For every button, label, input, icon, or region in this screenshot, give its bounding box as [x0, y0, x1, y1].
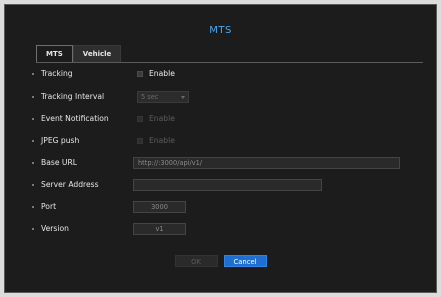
tracking-interval-value: 5 sec — [141, 93, 159, 101]
base-url-label: Base URL — [41, 158, 77, 167]
version-input[interactable]: v1 — [133, 223, 186, 235]
port-label: Port — [41, 202, 57, 211]
event-notification-enable-label[interactable]: Enable — [149, 112, 175, 126]
bullet-icon — [32, 206, 34, 208]
base-url-row: Base URL http://:3000/api/v1/ — [5, 156, 436, 170]
bullet-icon — [32, 96, 34, 98]
bullet-icon — [32, 228, 34, 230]
tracking-row: Tracking Enable — [5, 67, 436, 81]
dialog-buttons: OK Cancel — [5, 255, 436, 267]
jpeg-push-label: JPEG push — [41, 136, 80, 145]
server-address-input[interactable] — [133, 179, 322, 191]
jpeg-push-checkbox[interactable] — [137, 138, 143, 144]
tab-divider — [36, 62, 423, 63]
tracking-interval-row: Tracking Interval 5 sec — [5, 90, 436, 104]
event-notification-label: Event Notification — [41, 114, 109, 123]
tracking-interval-label: Tracking Interval — [41, 92, 105, 101]
server-address-row: Server Address — [5, 178, 436, 192]
version-label: Version — [41, 224, 69, 233]
bullet-icon — [32, 73, 34, 75]
port-row: Port 3000 — [5, 200, 436, 214]
ok-button[interactable]: OK — [174, 255, 218, 267]
tab-vehicle[interactable]: Vehicle — [72, 45, 122, 62]
mts-dialog: MTS MTS Vehicle Tracking Enable Tracking… — [4, 4, 437, 293]
tracking-interval-select[interactable]: 5 sec — [137, 91, 189, 103]
server-address-label: Server Address — [41, 180, 99, 189]
bullet-icon — [32, 162, 34, 164]
tab-mts[interactable]: MTS — [36, 45, 73, 62]
event-notification-checkbox[interactable] — [137, 116, 143, 122]
cancel-button[interactable]: Cancel — [223, 255, 267, 267]
tracking-enable-label[interactable]: Enable — [149, 67, 175, 81]
port-input[interactable]: 3000 — [133, 201, 186, 213]
jpeg-push-enable-label[interactable]: Enable — [149, 134, 175, 148]
dialog-title: MTS — [209, 25, 232, 36]
bullet-icon — [32, 118, 34, 120]
bullet-icon — [32, 184, 34, 186]
chevron-down-icon — [181, 96, 185, 99]
base-url-input[interactable]: http://:3000/api/v1/ — [133, 157, 400, 169]
bullet-icon — [32, 140, 34, 142]
tab-bar: MTS Vehicle — [36, 45, 122, 62]
tracking-label: Tracking — [41, 69, 73, 78]
jpeg-push-row: JPEG push Enable — [5, 134, 436, 148]
tracking-checkbox[interactable] — [137, 71, 143, 77]
version-row: Version v1 — [5, 222, 436, 236]
event-notification-row: Event Notification Enable — [5, 112, 436, 126]
